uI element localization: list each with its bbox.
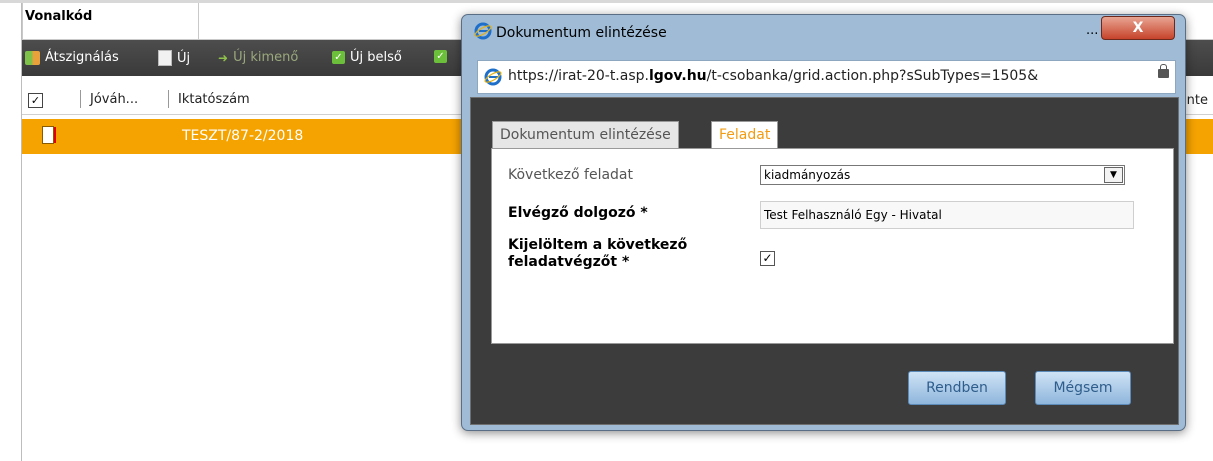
column-separator (80, 90, 81, 108)
lock-icon (1158, 64, 1169, 78)
tab-dokumentum-elintezese[interactable]: Dokumentum elintézése (492, 121, 679, 148)
worker-label: Elvégző dolgozó * (508, 205, 648, 221)
column-header-partial[interactable]: inte (1183, 93, 1208, 108)
document-icon (158, 50, 172, 66)
dialog-body: Dokumentum elintézése Feladat Következő … (470, 97, 1179, 425)
tab-vonalkod[interactable]: Vonalkód (22, 3, 199, 39)
chevron-down-icon[interactable]: ▼ (1104, 167, 1123, 183)
close-button[interactable]: X (1101, 16, 1175, 40)
row-iktatoszam: TESZT/87-2/2018 (182, 128, 304, 144)
worker-field[interactable]: Test Felhasználó Egy - Hivatal (760, 201, 1134, 229)
column-header-iktatoszam[interactable]: Iktatószám (178, 92, 250, 107)
column-header-jovah[interactable]: Jóváh... (90, 92, 138, 107)
next-task-label: Következő feladat (508, 167, 633, 183)
new-internal-label: Új belső (350, 50, 402, 65)
more-toolbar-button[interactable]: ✓ (434, 50, 447, 63)
check-icon: ✓ (434, 50, 447, 63)
address-url: https://irat-20-t.asp.lgov.hu/t-csobanka… (508, 68, 1039, 84)
next-task-select[interactable]: kiadmányozás ▼ (760, 165, 1125, 185)
arrow-right-icon: ➜ (218, 50, 229, 65)
ok-button[interactable]: Rendben (908, 371, 1006, 405)
tab-feladat[interactable]: Feladat (711, 121, 779, 148)
form-panel: Következő feladat kiadmányozás ▼ Elvégző… (491, 148, 1174, 344)
check-icon: ✓ (332, 51, 345, 64)
select-all-checkbox[interactable]: ✓ (28, 93, 43, 108)
document-icon (42, 126, 56, 144)
selected-worker-label: Kijelöltem a következő feladatvégzőt * (508, 237, 688, 270)
address-bar[interactable]: https://irat-20-t.asp.lgov.hu/t-csobanka… (477, 60, 1176, 94)
tab-vonalkod-label: Vonalkód (25, 9, 93, 24)
new-outgoing-button[interactable]: ➜ Új kimenő (218, 50, 298, 65)
new-label: Új (177, 50, 191, 66)
new-outgoing-label: Új kimenő (233, 50, 299, 65)
selected-worker-checkbox[interactable]: ✓ (760, 251, 775, 266)
ie-icon (484, 68, 502, 86)
ie-icon (474, 22, 492, 40)
worker-value: Test Felhasználó Egy - Hivatal (764, 208, 942, 222)
new-button[interactable]: Új (158, 50, 190, 66)
close-icon: X (1132, 20, 1144, 36)
assign-icon (25, 50, 40, 65)
cancel-button[interactable]: Mégsem (1035, 371, 1131, 405)
assign-button[interactable]: Átszignálás (25, 50, 119, 65)
dialog-window: Dokumentum elintézése ... X https://irat… (461, 14, 1186, 431)
new-internal-button[interactable]: ✓ Új belső (332, 50, 402, 65)
assign-label: Átszignálás (45, 50, 119, 65)
title-ellipsis: ... (1086, 23, 1099, 38)
dialog-title: Dokumentum elintézése (496, 25, 667, 41)
column-separator (168, 90, 169, 108)
next-task-value: kiadmányozás (764, 168, 851, 182)
